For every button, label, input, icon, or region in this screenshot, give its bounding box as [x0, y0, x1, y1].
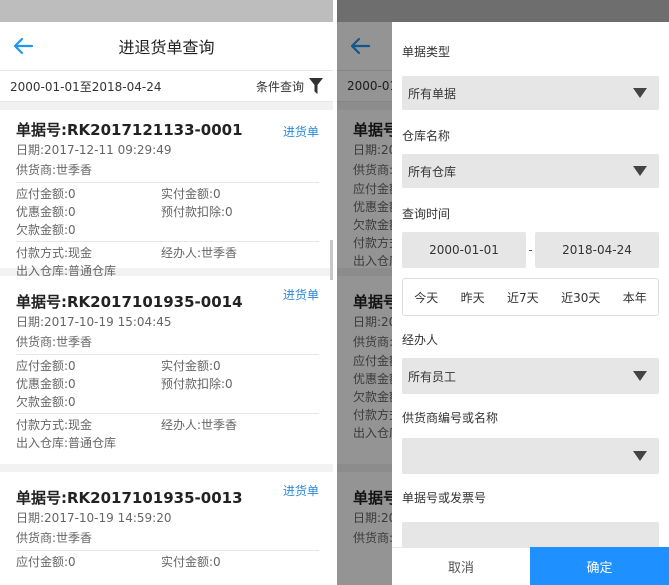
app-bar: 进退货单查询 [0, 22, 333, 70]
end-date-field[interactable]: 2018-04-24 [535, 232, 659, 268]
page-title: 进退货单查询 [118, 38, 215, 57]
warehouse-select[interactable]: 所有仓库 [402, 154, 659, 188]
order-date: 日期:2017-10-19 15:04:45 [16, 315, 172, 329]
payable-amount: 应付金额:0 [16, 359, 76, 373]
warehouse-label: 仓库名称 [402, 129, 451, 143]
pay-method: 付款方式:现金 [16, 418, 93, 432]
warehouse: 出入仓库:普通仓库 [16, 436, 117, 450]
payable-amount: 应付金额:0 [16, 187, 76, 201]
dropdown-triangle-icon [633, 371, 647, 381]
prepay-deduct: 预付款扣除:0 [161, 377, 233, 391]
date-separator: - [528, 243, 533, 257]
drawer-footer: 取消 确定 [392, 547, 669, 585]
doc-type-value: 所有单据 [408, 86, 457, 101]
handler-value: 所有员工 [408, 369, 457, 384]
order-date: 日期:2017-12-11 09:29:49 [16, 143, 172, 157]
filter-drawer: 单据类型 所有单据 仓库名称 所有仓库 查询时间 2000-01-01 - 20… [392, 22, 669, 585]
dropdown-triangle-icon [633, 166, 647, 176]
order-type-badge: 进货单 [282, 483, 319, 498]
divider [16, 413, 319, 414]
order-card[interactable]: 单据号:RK2017101935-0013 进货单 日期:2017-10-19 … [0, 472, 333, 585]
order-supplier: 供货商:世季香 [16, 335, 93, 349]
confirm-button[interactable]: 确定 [530, 547, 669, 585]
card-header: 单据号:RK2017101935-0013 进货单 [16, 472, 319, 508]
divider [16, 241, 319, 242]
date-range-text: 2000-01-01至2018-04-24 [10, 79, 162, 94]
pay-row: 付款方式:现金 经办人:世季香 [16, 244, 319, 262]
cancel-button[interactable]: 取消 [392, 547, 530, 585]
paid-amount: 实付金额:0 [161, 555, 221, 569]
discount-amount: 优惠金额:0 [16, 205, 76, 219]
order-card[interactable]: 单据号:RK2017121133-0001 进货单 日期:2017-12-11 … [0, 110, 333, 278]
date-range-bar: 2000-01-01至2018-04-24 条件查询 [0, 70, 333, 102]
amount-row: 应付金额:0 实付金额:0 [16, 185, 319, 203]
quick-this-year[interactable]: 本年 [623, 289, 647, 306]
handler: 经办人:世季香 [161, 418, 238, 432]
quick-last-30-days[interactable]: 近30天 [561, 289, 600, 306]
discount-row: 优惠金额:0 预付款扣除:0 [16, 203, 319, 221]
order-supplier: 供货商:世季香 [16, 531, 93, 545]
order-number: 单据号:RK2017101935-0014 [16, 293, 243, 311]
query-time-label: 查询时间 [402, 207, 451, 221]
supplier-label: 供货商编号或名称 [402, 411, 499, 425]
prepay-deduct: 预付款扣除:0 [161, 205, 233, 219]
order-list: 单据号:RK2017121133-0001 进货单 日期:2017-12-11 … [0, 110, 333, 585]
card-header: 单据号:RK2017121133-0001 进货单 [16, 110, 319, 140]
warehouse-value: 所有仓库 [408, 164, 457, 179]
divider [16, 182, 319, 183]
discount-amount: 优惠金额:0 [16, 377, 76, 391]
amount-row: 应付金额:0 实付金额:0 [16, 553, 319, 571]
condition-query-button[interactable]: 条件查询 [256, 78, 323, 95]
pay-method: 付款方式:现金 [16, 246, 93, 260]
order-supplier: 供货商:世季香 [16, 163, 93, 177]
amount-row: 应付金额:0 实付金额:0 [16, 357, 319, 375]
debt-amount: 欠款金额:0 [16, 395, 76, 409]
quick-date-options: 今天 昨天 近7天 近30天 本年 [402, 278, 659, 316]
order-number: 单据号:RK2017121133-0001 [16, 121, 243, 139]
handler-select[interactable]: 所有员工 [402, 358, 659, 394]
filter-screen: 2000-01 单据号 日期:20 供货商: 应付金额 优惠金额 欠款金额 付款… [337, 0, 669, 585]
dropdown-triangle-icon [633, 88, 647, 98]
handler: 经办人:世季香 [161, 246, 238, 260]
quick-yesterday[interactable]: 昨天 [461, 289, 485, 306]
order-number: 单据号:RK2017101935-0013 [16, 489, 243, 507]
status-bar [0, 0, 333, 22]
filter-form: 单据类型 所有单据 仓库名称 所有仓库 查询时间 2000-01-01 - 20… [392, 22, 669, 558]
order-type-badge: 进货单 [282, 125, 319, 139]
handler-label: 经办人 [402, 333, 439, 347]
order-card[interactable]: 单据号:RK2017101935-0014 进货单 日期:2017-10-19 … [0, 276, 333, 464]
debt-amount: 欠款金额:0 [16, 223, 76, 237]
paid-amount: 实付金额:0 [161, 359, 221, 373]
divider [16, 354, 319, 355]
pay-row: 付款方式:现金 经办人:世季香 [16, 416, 319, 434]
quick-last-7-days[interactable]: 近7天 [507, 289, 539, 306]
back-button[interactable] [0, 22, 46, 70]
doc-type-label: 单据类型 [402, 45, 451, 59]
supplier-select[interactable] [402, 438, 659, 474]
condition-query-label: 条件查询 [255, 79, 304, 94]
discount-row: 优惠金额:0 预付款扣除:0 [16, 375, 319, 393]
docno-label: 单据号或发票号 [402, 491, 487, 505]
payable-amount: 应付金额:0 [16, 555, 76, 569]
date-range-row: 2000-01-01 - 2018-04-24 [402, 232, 659, 268]
quick-today[interactable]: 今天 [414, 289, 438, 306]
divider [16, 550, 319, 551]
card-header: 单据号:RK2017101935-0014 进货单 [16, 276, 319, 312]
order-list-screen: 进退货单查询 2000-01-01至2018-04-24 条件查询 单据号:RK… [0, 0, 333, 585]
back-arrow-icon [13, 37, 34, 55]
filter-funnel-icon [309, 78, 323, 94]
doc-type-select[interactable]: 所有单据 [402, 76, 659, 110]
dropdown-triangle-icon [633, 451, 647, 461]
start-date-field[interactable]: 2000-01-01 [402, 232, 526, 268]
order-type-badge: 进货单 [282, 287, 319, 302]
paid-amount: 实付金额:0 [161, 187, 221, 201]
order-date: 日期:2017-10-19 14:59:20 [16, 511, 172, 525]
